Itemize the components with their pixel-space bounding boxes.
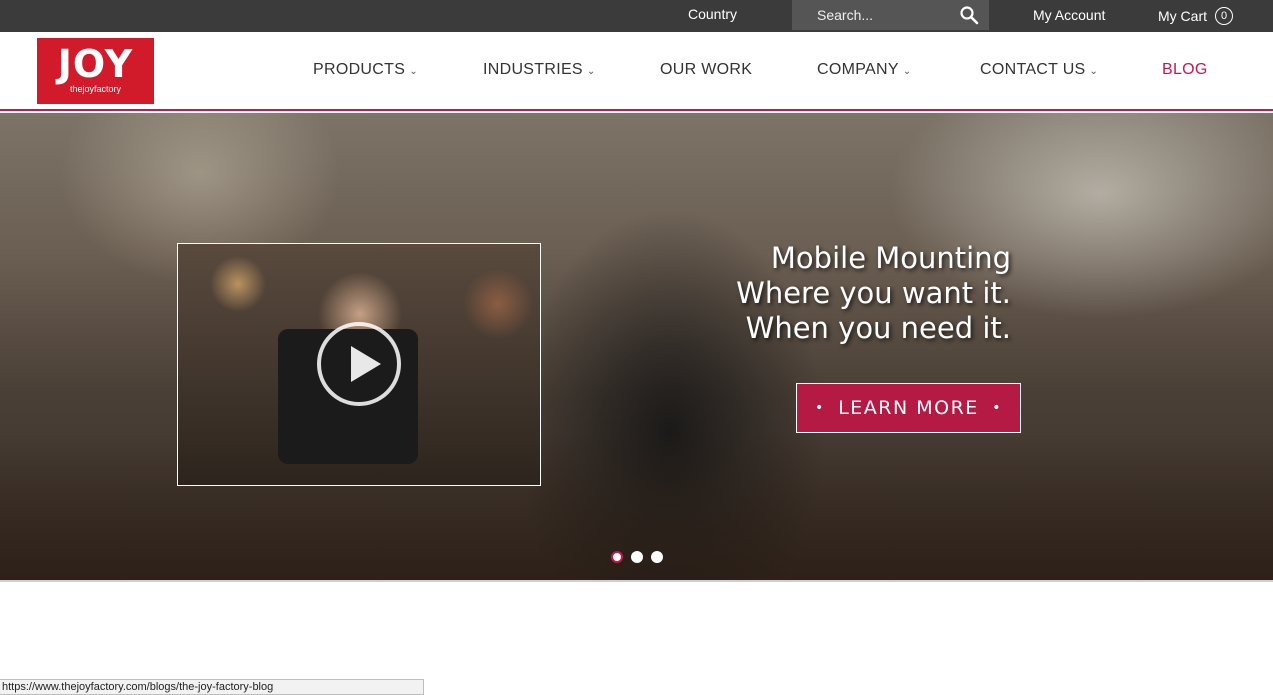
nav-item-company[interactable]: COMPANY ⌄ xyxy=(817,61,912,79)
nav-item-industries[interactable]: INDUSTRIES ⌄ xyxy=(483,61,596,79)
nav-item-label: CONTACT US xyxy=(980,61,1086,78)
chevron-down-icon: ⌄ xyxy=(409,66,418,77)
my-cart-link[interactable]: My Cart 0 xyxy=(1158,7,1233,25)
cart-label: My Cart xyxy=(1158,8,1207,24)
search-input[interactable] xyxy=(802,0,952,30)
nav-item-label: INDUSTRIES xyxy=(483,61,583,78)
nav-item-label: BLOG xyxy=(1162,61,1208,78)
slider-dot-3[interactable] xyxy=(651,551,663,563)
my-account-link[interactable]: My Account xyxy=(1033,7,1105,23)
bullet-icon: • xyxy=(992,400,1002,416)
nav-item-label: COMPANY xyxy=(817,61,899,78)
logo-subtitle: thejoyfactory xyxy=(69,84,122,94)
hero-headline: Mobile Mounting Where you want it. When … xyxy=(736,241,1011,346)
hero-line-3: When you need it. xyxy=(745,311,1011,345)
learn-more-label: LEARN MORE xyxy=(838,397,979,419)
hero-line-1: Mobile Mounting xyxy=(770,241,1011,275)
browser-status-url: https://www.thejoyfactory.com/blogs/the-… xyxy=(0,679,424,695)
hero-line-2: Where you want it. xyxy=(736,276,1011,310)
chevron-down-icon: ⌄ xyxy=(1089,66,1099,77)
play-icon[interactable] xyxy=(317,322,401,406)
chevron-down-icon: ⌄ xyxy=(586,66,596,77)
site-header: JOY thejoyfactory PRODUCTS ⌄ INDUSTRIES ⌄ … xyxy=(0,32,1273,111)
slider-pagination xyxy=(611,551,663,563)
nav-item-blog[interactable]: BLOG xyxy=(1162,61,1208,79)
learn-more-button[interactable]: • LEARN MORE • xyxy=(796,383,1021,433)
hero-slider: Mobile Mounting Where you want it. When … xyxy=(0,113,1273,580)
country-selector[interactable]: Country xyxy=(688,6,737,22)
nav-item-products[interactable]: PRODUCTS ⌄ xyxy=(313,61,418,79)
cart-count-badge: 0 xyxy=(1215,7,1233,25)
slider-dot-2[interactable] xyxy=(631,551,643,563)
logo-wordmark: JOY xyxy=(57,42,134,86)
top-utility-bar: Country My Account My Cart 0 xyxy=(0,0,1273,32)
search-box xyxy=(792,0,989,30)
nav-item-label: OUR WORK xyxy=(660,61,753,78)
chevron-down-icon: ⌄ xyxy=(902,66,912,77)
search-icon[interactable] xyxy=(959,5,979,25)
bullet-icon: • xyxy=(815,400,825,416)
nav-item-our-work[interactable]: OUR WORK xyxy=(660,61,752,79)
joy-factory-logo[interactable]: JOY thejoyfactory xyxy=(37,38,154,104)
nav-item-contact-us[interactable]: CONTACT US ⌄ xyxy=(980,61,1098,79)
nav-item-label: PRODUCTS xyxy=(313,61,406,78)
hero-divider xyxy=(0,580,1273,582)
slider-dot-1[interactable] xyxy=(611,551,623,563)
hero-video-thumbnail[interactable] xyxy=(177,243,541,486)
